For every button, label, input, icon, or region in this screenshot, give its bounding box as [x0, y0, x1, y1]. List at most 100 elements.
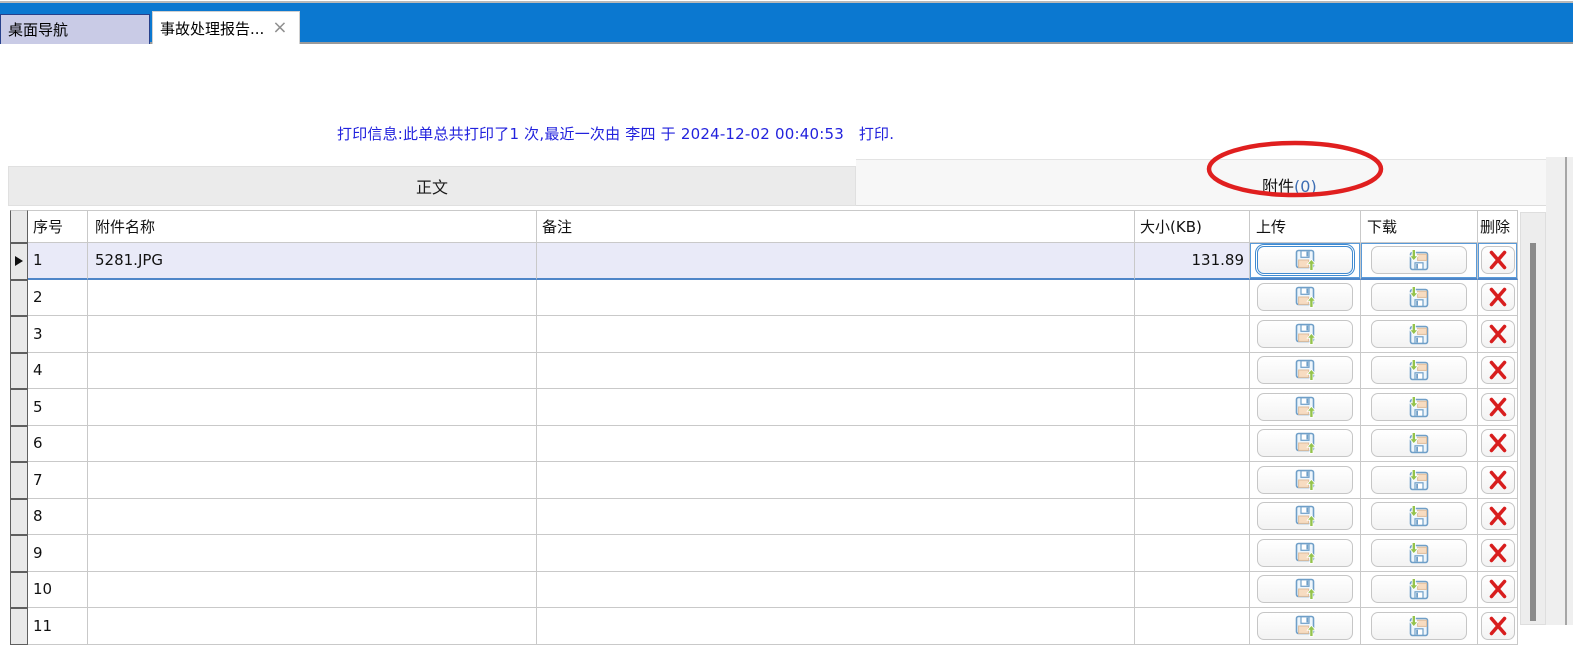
row-selector-cell[interactable] [10, 243, 28, 280]
row-selector-cell[interactable] [10, 280, 28, 317]
row-selector-cell[interactable] [10, 535, 28, 572]
download-button[interactable] [1371, 575, 1467, 603]
size-cell[interactable] [1135, 608, 1250, 645]
size-cell[interactable] [1135, 280, 1250, 317]
row-selector-cell[interactable] [10, 572, 28, 609]
delete-button[interactable] [1481, 466, 1515, 494]
size-cell[interactable] [1135, 353, 1250, 390]
note-cell[interactable] [537, 462, 1135, 499]
note-cell[interactable] [537, 243, 1135, 280]
row-number-cell[interactable]: 11 [28, 608, 88, 645]
size-cell[interactable] [1135, 389, 1250, 426]
upload-button[interactable] [1257, 283, 1353, 311]
floppy-disk-download-icon [1408, 432, 1430, 454]
row-selector-cell[interactable] [10, 499, 28, 536]
row-number-cell[interactable]: 3 [28, 316, 88, 353]
download-button[interactable] [1371, 320, 1467, 348]
download-button[interactable] [1371, 393, 1467, 421]
row-number-cell[interactable]: 10 [28, 572, 88, 609]
row-number-cell[interactable]: 5 [28, 389, 88, 426]
header-upload: 上传 [1250, 210, 1361, 243]
note-cell[interactable] [537, 535, 1135, 572]
attachment-name-cell[interactable] [88, 316, 537, 353]
note-cell[interactable] [537, 353, 1135, 390]
upload-button[interactable] [1257, 502, 1353, 530]
upload-button[interactable] [1257, 612, 1353, 640]
row-selector-cell[interactable] [10, 389, 28, 426]
download-button[interactable] [1371, 246, 1467, 274]
attachment-name-cell[interactable]: 5281.JPG [88, 243, 537, 280]
tab-desktop-navigation[interactable]: 桌面导航 [0, 14, 150, 44]
download-button[interactable] [1371, 283, 1467, 311]
attachment-name-cell[interactable] [88, 389, 537, 426]
row-number-cell[interactable]: 2 [28, 280, 88, 317]
size-cell[interactable] [1135, 499, 1250, 536]
delete-button[interactable] [1481, 283, 1515, 311]
row-number-cell[interactable]: 1 [28, 243, 88, 280]
attachment-name-cell[interactable] [88, 280, 537, 317]
attachment-name-cell[interactable] [88, 608, 537, 645]
upload-button[interactable] [1257, 320, 1353, 348]
upload-button[interactable] [1257, 393, 1353, 421]
delete-button[interactable] [1481, 539, 1515, 567]
size-cell[interactable] [1135, 462, 1250, 499]
size-cell[interactable] [1135, 426, 1250, 463]
row-selector-cell[interactable] [10, 608, 28, 645]
note-cell[interactable] [537, 426, 1135, 463]
note-cell[interactable] [537, 499, 1135, 536]
delete-button[interactable] [1481, 356, 1515, 384]
attachment-name-cell[interactable] [88, 353, 537, 390]
upload-cell [1250, 353, 1361, 390]
row-number-cell[interactable]: 8 [28, 499, 88, 536]
tab-accident-report[interactable]: 事故处理报告... × [152, 11, 300, 44]
attachment-name-cell[interactable] [88, 462, 537, 499]
download-button[interactable] [1371, 539, 1467, 567]
note-cell[interactable] [537, 572, 1135, 609]
attachment-name-cell[interactable] [88, 426, 537, 463]
download-button[interactable] [1371, 466, 1467, 494]
row-number-cell[interactable]: 4 [28, 353, 88, 390]
delete-button[interactable] [1481, 612, 1515, 640]
upload-button[interactable] [1257, 575, 1353, 603]
scrollbar-thumb[interactable] [1530, 243, 1536, 621]
delete-button[interactable] [1481, 429, 1515, 457]
row-selector-cell[interactable] [10, 426, 28, 463]
row-selector-cell[interactable] [10, 462, 28, 499]
delete-button[interactable] [1481, 246, 1515, 274]
upload-button[interactable] [1257, 539, 1353, 567]
row-selector-cell[interactable] [10, 316, 28, 353]
attachment-name-cell[interactable] [88, 572, 537, 609]
tab-attachments[interactable] [856, 159, 1568, 206]
size-cell[interactable] [1135, 316, 1250, 353]
close-icon[interactable]: × [272, 19, 287, 37]
row-number-cell[interactable]: 6 [28, 426, 88, 463]
size-cell[interactable]: 131.89 [1135, 243, 1250, 280]
tab-main-content[interactable]: 正文 [8, 166, 856, 206]
note-cell[interactable] [537, 608, 1135, 645]
tab-attachments-label[interactable]: 附件(0) [1262, 173, 1317, 197]
delete-button[interactable] [1481, 575, 1515, 603]
delete-button[interactable] [1481, 320, 1515, 348]
attachment-name-cell[interactable] [88, 499, 537, 536]
row-number-cell[interactable]: 7 [28, 462, 88, 499]
delete-button[interactable] [1481, 393, 1515, 421]
delete-button[interactable] [1481, 502, 1515, 530]
note-cell[interactable] [537, 316, 1135, 353]
upload-button[interactable] [1257, 246, 1353, 274]
size-cell[interactable] [1135, 535, 1250, 572]
download-button[interactable] [1371, 502, 1467, 530]
upload-button[interactable] [1257, 356, 1353, 384]
download-button[interactable] [1371, 612, 1467, 640]
vertical-scrollbar[interactable] [1520, 212, 1546, 625]
attachment-name-cell[interactable] [88, 535, 537, 572]
upload-button[interactable] [1257, 429, 1353, 457]
note-cell[interactable] [537, 280, 1135, 317]
note-cell[interactable] [537, 389, 1135, 426]
row-selector-cell[interactable] [10, 353, 28, 390]
download-button[interactable] [1371, 356, 1467, 384]
row-number-cell[interactable]: 9 [28, 535, 88, 572]
download-button[interactable] [1371, 429, 1467, 457]
upload-button[interactable] [1257, 466, 1353, 494]
table-row: 10 [10, 572, 1518, 609]
size-cell[interactable] [1135, 572, 1250, 609]
